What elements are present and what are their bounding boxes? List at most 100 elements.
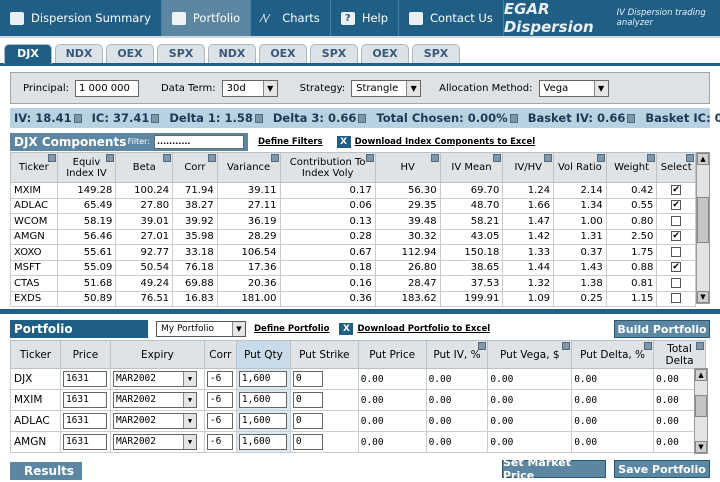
portfolio-select[interactable]: My Portfolio ▼ xyxy=(156,321,246,337)
select-checkbox[interactable] xyxy=(671,277,682,288)
download-components-link[interactable]: Download Index Components to Excel xyxy=(355,137,536,147)
select-checkbox[interactable]: ✔ xyxy=(671,231,682,242)
info-icon[interactable] xyxy=(207,154,216,162)
col-price[interactable]: Price xyxy=(59,340,111,369)
put-strike-input[interactable]: 0 xyxy=(292,392,323,408)
col-ticker[interactable]: Ticker xyxy=(10,340,61,369)
info-icon[interactable] xyxy=(647,154,656,162)
info-icon[interactable] xyxy=(47,154,56,162)
info-icon[interactable] xyxy=(73,114,82,123)
table-row[interactable]: DJX 1631 MAR2002 ▼ -6 1,600 0 0.00 0.00 0.00 0.00 0… xyxy=(10,368,707,390)
build-portfolio-button[interactable]: Build Portfolio xyxy=(614,320,710,338)
put-qty-input[interactable]: 1,600 xyxy=(238,371,287,387)
col-equiv-iv[interactable]: Equiv Index IV xyxy=(56,152,117,183)
put-qty-input[interactable]: 1,600 xyxy=(238,413,287,429)
components-scrollbar[interactable]: ▲ ▼ xyxy=(696,152,710,304)
col-ticker[interactable]: Ticker xyxy=(10,152,58,183)
define-filters-link[interactable]: Define Filters xyxy=(258,137,323,147)
price-input[interactable]: 1631 xyxy=(62,371,107,387)
scroll-thumb[interactable] xyxy=(695,395,707,417)
nav-charts[interactable]: ⁄\⁄ Charts xyxy=(251,0,331,36)
nav-dispersion-summary[interactable]: Dispersion Summary xyxy=(0,0,162,36)
select-checkbox[interactable] xyxy=(671,215,682,226)
corr-input[interactable]: -6 xyxy=(206,434,233,450)
info-icon[interactable] xyxy=(106,154,115,162)
table-row[interactable]: XOXO 55.61 92.77 33.18 106.54 0.67 112.94 150.1… xyxy=(10,244,696,261)
corr-input[interactable]: -6 xyxy=(206,413,233,429)
tab-oex[interactable]: OEX xyxy=(361,44,409,63)
info-icon[interactable] xyxy=(493,154,502,162)
expiry-select[interactable]: MAR2002 ▼ xyxy=(112,371,197,387)
price-input[interactable]: 1631 xyxy=(62,434,107,450)
data-term-select[interactable]: 30d ▼ xyxy=(221,79,278,97)
select-checkbox[interactable]: ✔ xyxy=(671,200,682,211)
col-corr[interactable]: Corr xyxy=(203,340,237,369)
table-row[interactable]: CTAS 51.68 49.24 69.88 20.36 0.16 28.47 37.53 1.… xyxy=(10,275,696,292)
col-corr[interactable]: Corr xyxy=(172,152,218,183)
info-icon[interactable] xyxy=(544,154,553,162)
col-put-delta[interactable]: Put Delta, % xyxy=(571,340,654,369)
col-iv-mean[interactable]: IV Mean xyxy=(439,152,504,183)
table-row[interactable]: AMGN 56.46 27.01 35.98 28.29 0.28 30.32 43.05 1.… xyxy=(10,228,696,245)
expiry-select[interactable]: MAR2002 ▼ xyxy=(112,434,197,450)
info-icon[interactable] xyxy=(430,154,439,162)
expiry-select[interactable]: MAR2002 ▼ xyxy=(112,392,197,408)
table-row[interactable]: ADLAC 65.49 27.80 38.27 27.11 0.06 29.35 48.70 1… xyxy=(10,197,696,214)
select-checkbox[interactable] xyxy=(671,246,682,257)
principal-input[interactable]: 1 000 000 xyxy=(74,79,139,97)
info-icon[interactable] xyxy=(696,342,704,350)
info-icon[interactable] xyxy=(562,342,571,350)
put-strike-input[interactable]: 0 xyxy=(292,371,323,387)
save-portfolio-button[interactable]: Save Portfolio xyxy=(614,460,710,478)
col-put-qty[interactable]: Put Qty xyxy=(235,340,291,369)
tab-oex[interactable]: OEX xyxy=(259,44,307,63)
col-total-delta[interactable]: Total Delta xyxy=(652,340,707,369)
put-strike-input[interactable]: 0 xyxy=(292,434,323,450)
select-checkbox[interactable]: ✔ xyxy=(671,262,682,273)
price-input[interactable]: 1631 xyxy=(62,413,107,429)
nav-contact-us[interactable]: Contact Us xyxy=(399,0,504,36)
expiry-select[interactable]: MAR2002 ▼ xyxy=(112,413,197,429)
allocation-select[interactable]: Vega ▼ xyxy=(538,79,609,97)
select-checkbox[interactable]: ✔ xyxy=(671,184,682,195)
select-checkbox[interactable] xyxy=(671,293,682,304)
info-icon[interactable] xyxy=(358,114,367,123)
put-qty-input[interactable]: 1,600 xyxy=(238,434,287,450)
scroll-up-icon[interactable]: ▲ xyxy=(697,153,709,165)
col-vol-ratio[interactable]: Vol Ratio xyxy=(553,152,607,183)
info-icon[interactable] xyxy=(627,114,636,123)
info-icon[interactable] xyxy=(163,154,172,162)
table-row[interactable]: EXDS 50.89 76.51 16.83 181.00 0.36 183.62 199.9… xyxy=(10,290,696,307)
table-row[interactable]: MSFT 55.09 50.54 76.18 17.36 0.18 26.80 38.65 1.… xyxy=(10,259,696,276)
table-row[interactable]: ADLAC 1631 MAR2002 ▼ -6 1,600 0 0.00 0.00 0.00 0.0… xyxy=(10,410,707,432)
col-beta[interactable]: Beta xyxy=(115,152,174,183)
col-put-iv[interactable]: Put IV, % xyxy=(425,340,489,369)
info-icon[interactable] xyxy=(254,114,263,123)
info-icon[interactable] xyxy=(509,114,518,123)
tab-oex[interactable]: OEX xyxy=(106,44,154,63)
col-iv-hv[interactable]: IV/HV xyxy=(502,152,555,183)
excel-icon[interactable]: X xyxy=(339,323,354,335)
put-strike-input[interactable]: 0 xyxy=(292,413,323,429)
scroll-down-icon[interactable]: ▼ xyxy=(697,291,709,303)
download-portfolio-link[interactable]: Download Portfolio to Excel xyxy=(357,324,490,334)
table-row[interactable]: MXIM 1631 MAR2002 ▼ -6 1,600 0 0.00 0.00 0.00 0.00… xyxy=(10,389,707,411)
corr-input[interactable]: -6 xyxy=(206,371,233,387)
col-weight[interactable]: Weight xyxy=(605,152,658,183)
scroll-up-icon[interactable]: ▲ xyxy=(695,369,707,381)
col-expiry[interactable]: Expiry xyxy=(109,340,205,369)
info-icon[interactable] xyxy=(596,154,605,162)
excel-icon[interactable]: X xyxy=(336,136,351,148)
filter-select[interactable]: ........... xyxy=(154,135,244,149)
put-qty-input[interactable]: 1,600 xyxy=(238,392,287,408)
table-row[interactable]: WCOM 58.19 39.01 39.92 36.19 0.13 39.48 58.21 1.… xyxy=(10,213,696,230)
info-icon[interactable] xyxy=(478,342,487,350)
info-icon[interactable] xyxy=(151,114,160,123)
scroll-down-icon[interactable]: ▼ xyxy=(695,441,707,453)
price-input[interactable]: 1631 xyxy=(62,392,107,408)
col-variance[interactable]: Variance xyxy=(216,152,281,183)
table-row[interactable]: MXIM 149.28 100.24 71.94 39.11 0.17 56.30 69.70… xyxy=(10,182,696,199)
define-portfolio-link[interactable]: Define Portfolio xyxy=(254,324,329,334)
table-row[interactable]: AMGN 1631 MAR2002 ▼ -6 1,600 0 0.00 0.00 0.00 0.00… xyxy=(10,431,707,453)
col-put-vega[interactable]: Put Vega, $ xyxy=(487,340,573,369)
